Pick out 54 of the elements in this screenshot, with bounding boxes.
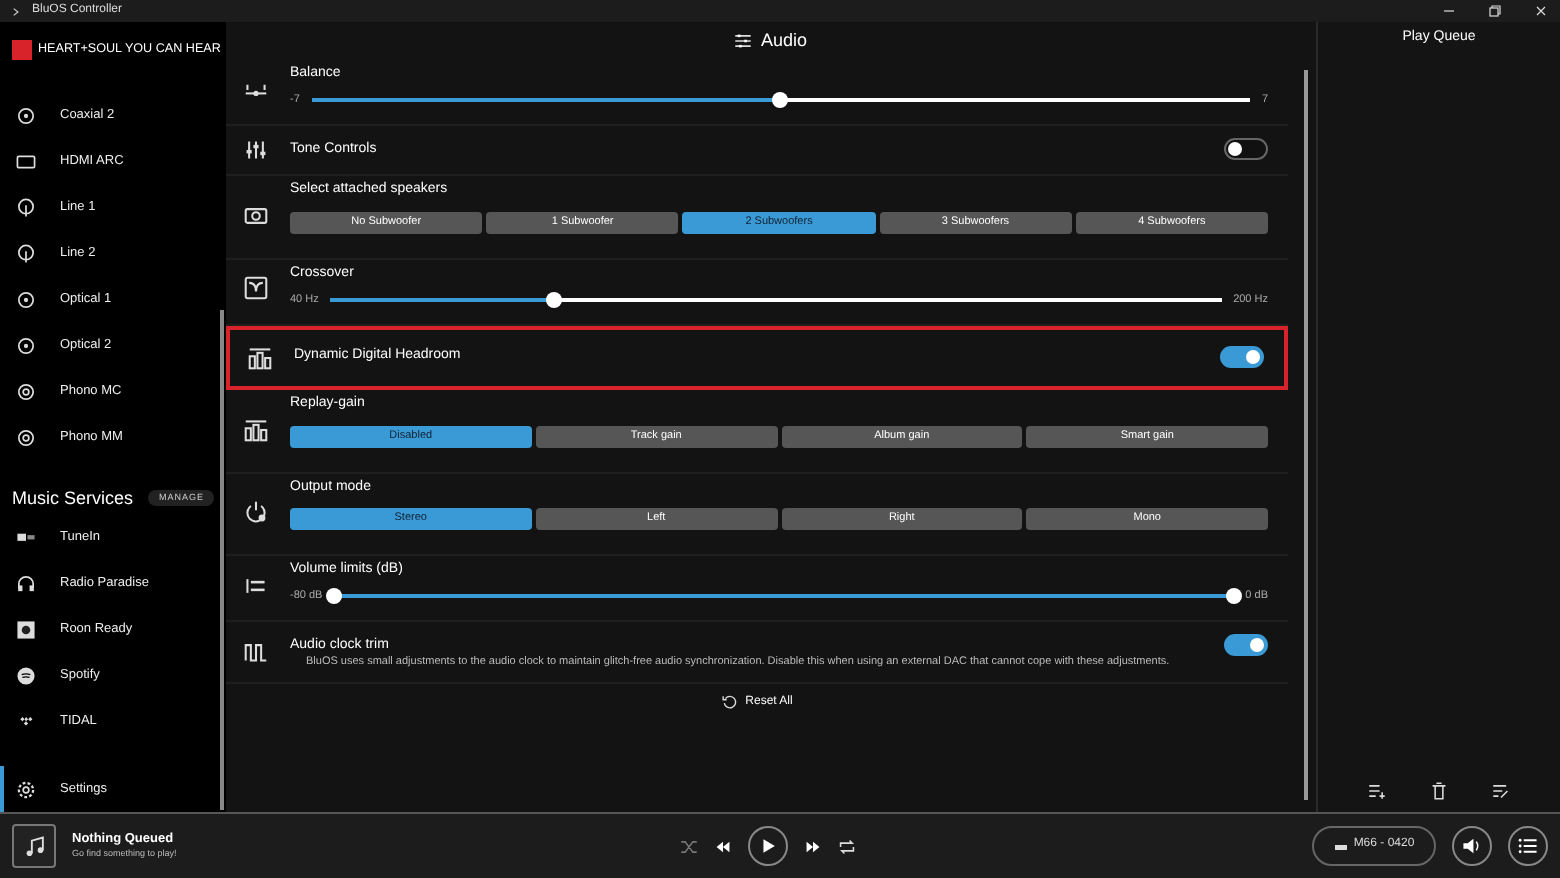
settings-icon bbox=[16, 779, 36, 799]
scrollbar[interactable] bbox=[1304, 70, 1308, 800]
toggle-switch[interactable] bbox=[1224, 138, 1268, 161]
square-wave-icon bbox=[244, 640, 268, 665]
scrollbar[interactable] bbox=[220, 310, 224, 810]
headphones-icon bbox=[16, 573, 36, 593]
close-icon[interactable] bbox=[1534, 4, 1548, 18]
level-bars-icon bbox=[244, 417, 268, 442]
slider-thumb[interactable] bbox=[545, 292, 562, 309]
toggle-switch[interactable] bbox=[1224, 634, 1268, 657]
repeat-icon[interactable] bbox=[838, 837, 856, 855]
app-icon bbox=[12, 5, 24, 17]
restore-icon[interactable] bbox=[1488, 4, 1502, 18]
page-title: Audio bbox=[760, 30, 808, 52]
level-bars-icon bbox=[248, 346, 272, 371]
next-icon[interactable] bbox=[804, 837, 822, 855]
coaxial-jack-icon bbox=[16, 105, 36, 125]
brand-logo bbox=[12, 40, 32, 60]
record-icon bbox=[16, 381, 36, 401]
output-dial-icon bbox=[244, 500, 268, 525]
coaxial-jack-icon bbox=[16, 289, 36, 309]
volume-button[interactable] bbox=[1452, 826, 1492, 866]
edit-list-icon[interactable] bbox=[1492, 781, 1510, 799]
section-heading: Music Services bbox=[12, 487, 134, 509]
max-min-icon bbox=[244, 573, 268, 598]
speaker-icon bbox=[244, 204, 268, 229]
diamonds-logo-icon bbox=[16, 711, 36, 731]
circle-logo-icon bbox=[16, 665, 36, 685]
slider-thumb[interactable] bbox=[1225, 588, 1242, 605]
crossover-icon bbox=[244, 276, 268, 301]
coaxial-jack-icon bbox=[16, 335, 36, 355]
square-logo-icon bbox=[16, 619, 36, 639]
previous-icon[interactable] bbox=[714, 837, 732, 855]
toggle-switch[interactable] bbox=[1220, 346, 1264, 369]
record-icon bbox=[16, 427, 36, 447]
play-button[interactable] bbox=[748, 826, 788, 866]
sliders-icon bbox=[734, 32, 753, 50]
music-note-icon bbox=[23, 835, 45, 857]
display-icon bbox=[16, 151, 36, 171]
play-icon[interactable] bbox=[760, 838, 776, 854]
jack-icon bbox=[16, 243, 36, 263]
list-icon[interactable] bbox=[1518, 836, 1538, 856]
slider-thumb[interactable] bbox=[326, 588, 343, 605]
speaker-volume-icon[interactable] bbox=[1462, 836, 1482, 856]
device-icon bbox=[1333, 839, 1348, 853]
equalizer-icon bbox=[244, 138, 268, 163]
jack-icon bbox=[16, 197, 36, 217]
reset-icon bbox=[721, 694, 738, 711]
shuffle-icon[interactable] bbox=[680, 837, 698, 855]
add-to-queue-icon[interactable] bbox=[1368, 781, 1386, 799]
menu-button[interactable] bbox=[1508, 826, 1548, 866]
minimize-icon[interactable] bbox=[1442, 4, 1456, 18]
trash-icon[interactable] bbox=[1430, 781, 1448, 799]
slider-thumb[interactable] bbox=[772, 92, 789, 109]
